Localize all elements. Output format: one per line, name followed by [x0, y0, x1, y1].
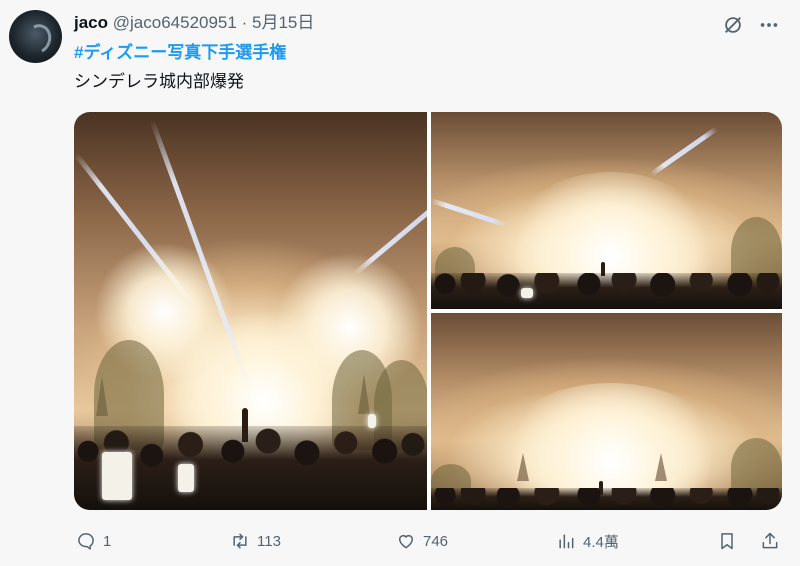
reply-count: 1: [103, 532, 112, 550]
more-icon[interactable]: [756, 12, 782, 38]
tweet-header: jaco @jaco64520951 · 5月15日: [74, 11, 314, 35]
hashtag-link[interactable]: #ディズニー写真下手選手権: [74, 40, 286, 66]
action-bar: 1 113 746 4.4萬: [74, 528, 782, 554]
photo-1[interactable]: [74, 112, 427, 510]
like-button[interactable]: 746: [396, 528, 448, 554]
tweet-text: シンデレラ城内部爆発: [74, 72, 244, 91]
share-button[interactable]: [760, 528, 780, 554]
author-name[interactable]: jaco: [74, 13, 108, 32]
bookmark-button[interactable]: [717, 528, 737, 554]
tweet-date[interactable]: 5月15日: [252, 13, 314, 32]
author-handle[interactable]: @jaco64520951: [113, 13, 237, 32]
reply-icon: [78, 533, 94, 550]
retweet-icon: [233, 533, 247, 549]
photo-2[interactable]: [431, 112, 782, 309]
views-count: 4.4萬: [583, 533, 619, 551]
bookmark-icon: [721, 533, 733, 550]
photo-3[interactable]: [431, 313, 782, 510]
media-grid: [74, 112, 782, 510]
share-icon: [762, 532, 778, 549]
views-button[interactable]: 4.4萬: [556, 528, 619, 554]
reply-button[interactable]: 1: [76, 528, 111, 554]
separator: ·: [241, 13, 248, 32]
retweet-button[interactable]: 113: [230, 528, 281, 554]
grok-icon[interactable]: [720, 12, 746, 38]
like-count: 746: [423, 532, 449, 550]
like-icon: [399, 535, 413, 549]
views-icon: [559, 534, 574, 549]
avatar[interactable]: [9, 10, 62, 63]
retweet-count: 113: [257, 532, 281, 550]
